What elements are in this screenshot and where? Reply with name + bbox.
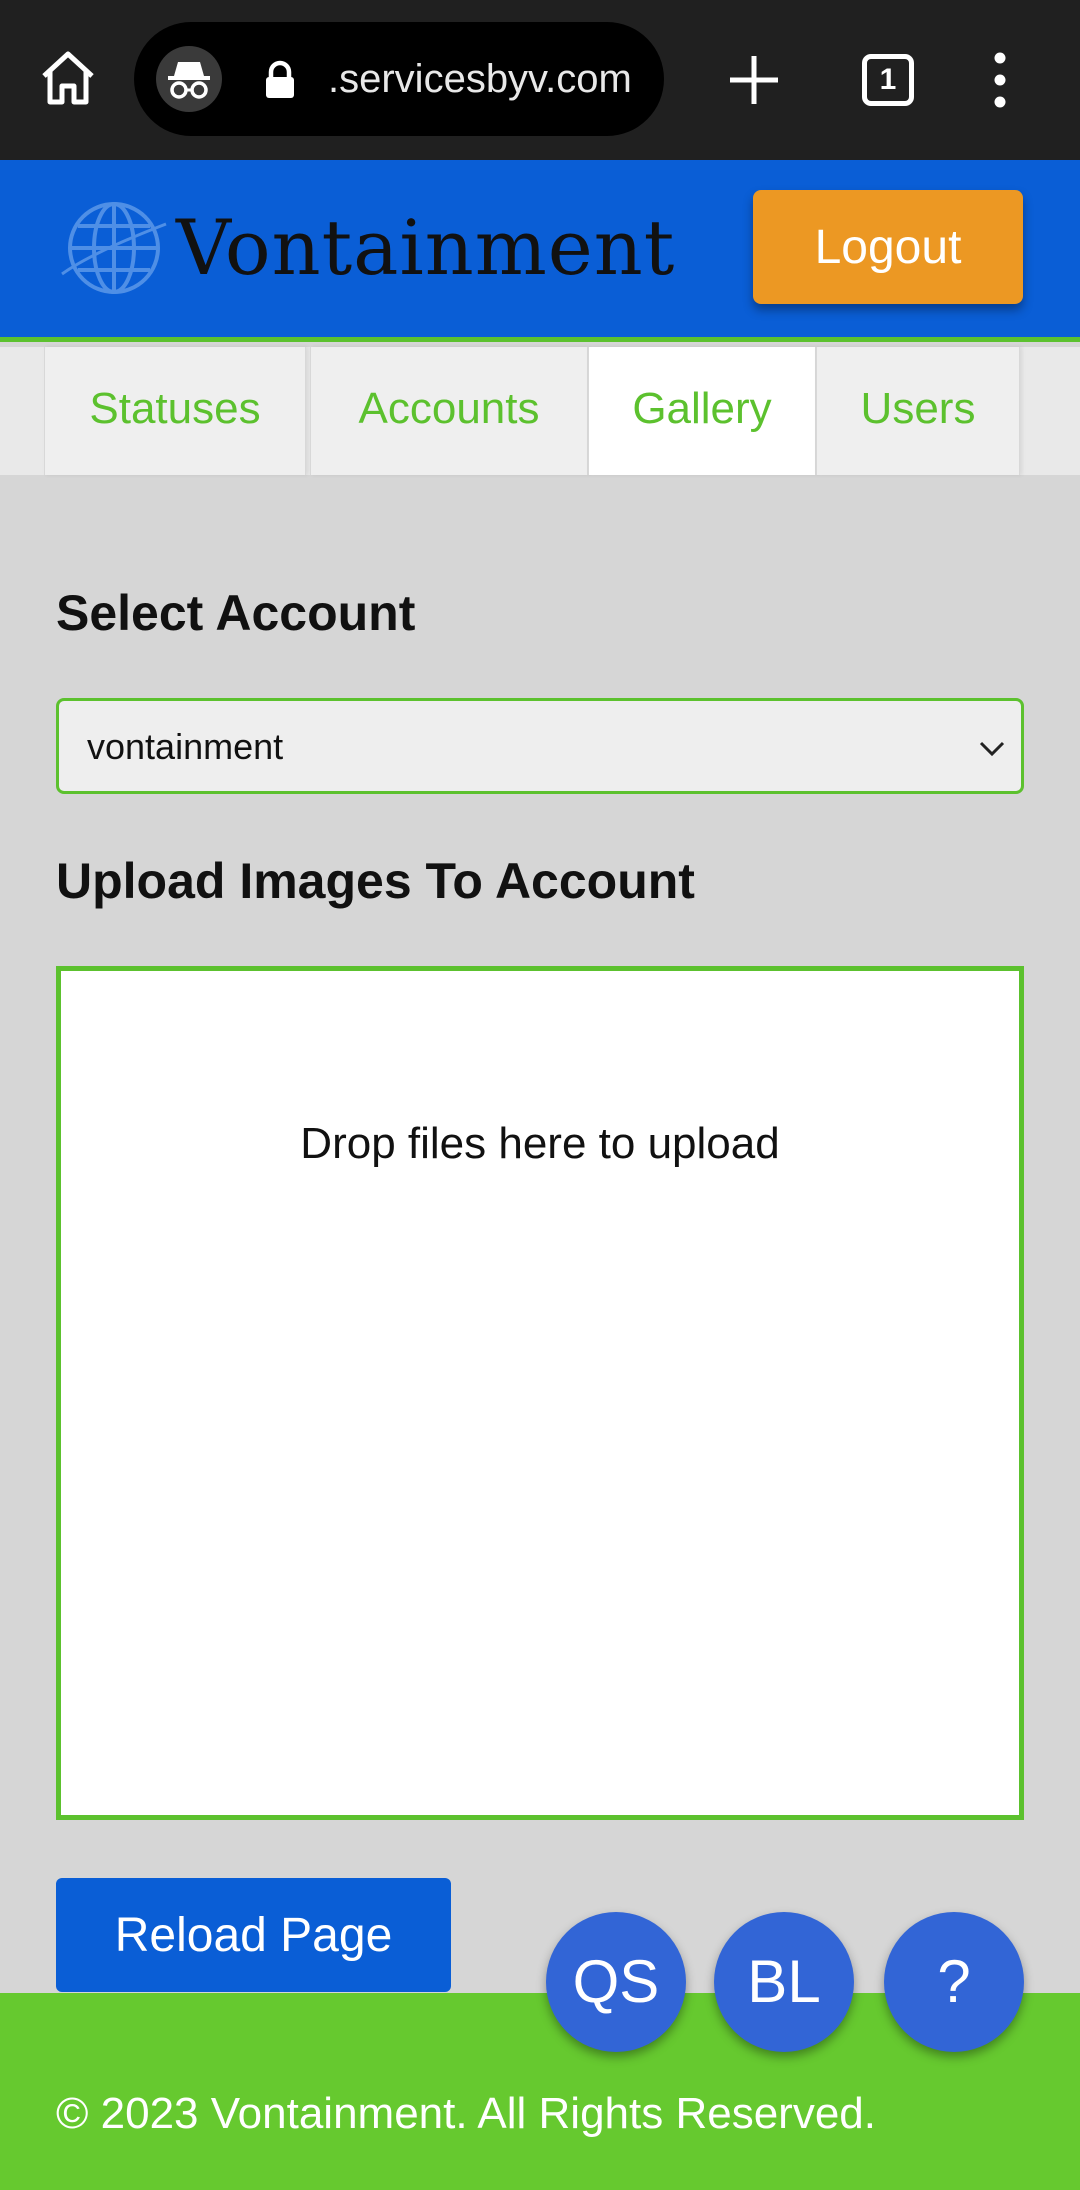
home-icon[interactable] (36, 46, 100, 110)
help-fab-button[interactable]: ? (884, 1912, 1024, 2052)
new-tab-icon[interactable] (722, 48, 786, 112)
site-header: Vontainment Logout (0, 160, 1080, 342)
address-bar[interactable]: .servicesbyv.com (134, 22, 664, 136)
upload-heading: Upload Images To Account (56, 853, 695, 909)
account-select[interactable]: vontainment (56, 698, 1024, 794)
url-text: .servicesbyv.com (328, 57, 632, 101)
lock-icon (266, 60, 294, 98)
tab-switcher-icon[interactable]: 1 (862, 54, 914, 106)
copyright-text: © 2023 Vontainment. All Rights Reserved. (56, 2089, 876, 2138)
qs-fab-button[interactable]: QS (546, 1912, 686, 2052)
brand-logo-text[interactable]: Vontainment (176, 200, 675, 296)
chevron-down-icon (979, 741, 1005, 757)
globe-logo-icon (61, 202, 167, 294)
browser-toolbar: .servicesbyv.com 1 (0, 0, 1080, 160)
more-menu-icon[interactable] (984, 50, 1016, 110)
tab-accounts[interactable]: Accounts (310, 347, 588, 475)
reload-page-button[interactable]: Reload Page (56, 1878, 451, 1992)
tab-statuses[interactable]: Statuses (44, 347, 306, 475)
select-account-heading: Select Account (56, 585, 416, 641)
nav-tabs: Statuses Accounts Gallery Users (0, 347, 1080, 475)
incognito-icon (156, 46, 222, 112)
file-dropzone[interactable]: Drop files here to upload (56, 966, 1024, 1820)
dropzone-message: Drop files here to upload (300, 1119, 780, 1168)
tab-users[interactable]: Users (816, 347, 1020, 475)
bl-fab-button[interactable]: BL (714, 1912, 854, 2052)
tab-gallery[interactable]: Gallery (588, 347, 816, 475)
logout-button[interactable]: Logout (753, 190, 1023, 304)
selected-account-value: vontainment (87, 726, 284, 767)
